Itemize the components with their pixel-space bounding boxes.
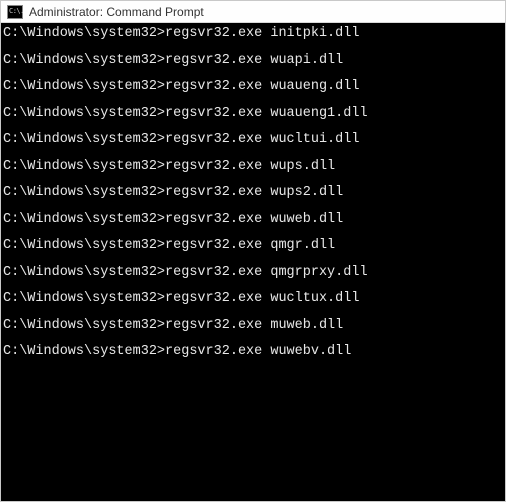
terminal-line: C:\Windows\system32>regsvr32.exe wuaueng… xyxy=(3,80,503,94)
terminal-blank xyxy=(3,41,503,54)
terminal-blank xyxy=(3,359,503,372)
terminal-blank xyxy=(3,147,503,160)
terminal-line: C:\Windows\system32>regsvr32.exe wucltui… xyxy=(3,133,503,147)
terminal-blank xyxy=(3,253,503,266)
terminal-line: C:\Windows\system32>regsvr32.exe qmgr.dl… xyxy=(3,239,503,253)
command-prompt-window: C:\. Administrator: Command Prompt C:\Wi… xyxy=(0,0,506,502)
terminal-line: C:\Windows\system32>regsvr32.exe wuapi.d… xyxy=(3,54,503,68)
terminal-line: C:\Windows\system32>regsvr32.exe initpki… xyxy=(3,27,503,41)
terminal-line: C:\Windows\system32>regsvr32.exe wups.dl… xyxy=(3,160,503,174)
terminal-blank xyxy=(3,200,503,213)
terminal-line: C:\Windows\system32>regsvr32.exe qmgrprx… xyxy=(3,266,503,280)
terminal-line: C:\Windows\system32>regsvr32.exe wuaueng… xyxy=(3,107,503,121)
terminal-body[interactable]: C:\Windows\system32>regsvr32.exe initpki… xyxy=(1,23,505,501)
terminal-line: C:\Windows\system32>regsvr32.exe wucltux… xyxy=(3,292,503,306)
terminal-blank xyxy=(3,94,503,107)
cmd-icon: C:\. xyxy=(7,5,23,19)
terminal-line: C:\Windows\system32>regsvr32.exe wuwebv.… xyxy=(3,345,503,359)
cmd-icon-glyph: C:\. xyxy=(9,8,24,15)
terminal-line: C:\Windows\system32>regsvr32.exe wuweb.d… xyxy=(3,213,503,227)
titlebar[interactable]: C:\. Administrator: Command Prompt xyxy=(1,1,505,23)
terminal-blank xyxy=(3,306,503,319)
terminal-line: C:\Windows\system32>regsvr32.exe muweb.d… xyxy=(3,319,503,333)
window-title: Administrator: Command Prompt xyxy=(29,5,204,19)
terminal-line: C:\Windows\system32>regsvr32.exe wups2.d… xyxy=(3,186,503,200)
